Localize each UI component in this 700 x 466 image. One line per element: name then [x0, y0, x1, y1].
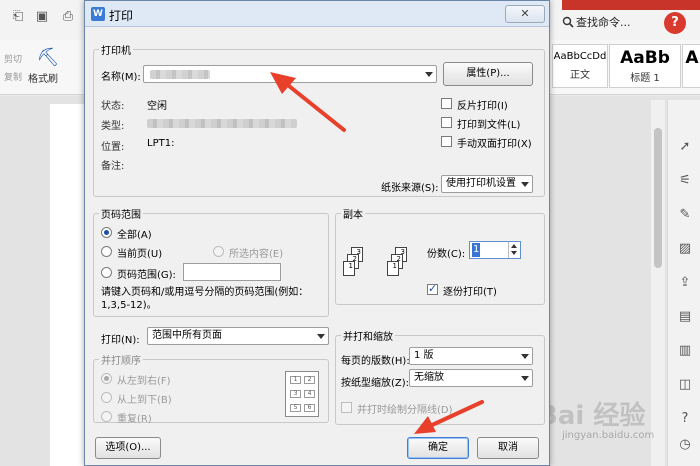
arrow-to-printer-name: [270, 72, 346, 132]
arrow-to-ok-button: [414, 400, 484, 434]
annotation-arrows: [270, 72, 484, 434]
